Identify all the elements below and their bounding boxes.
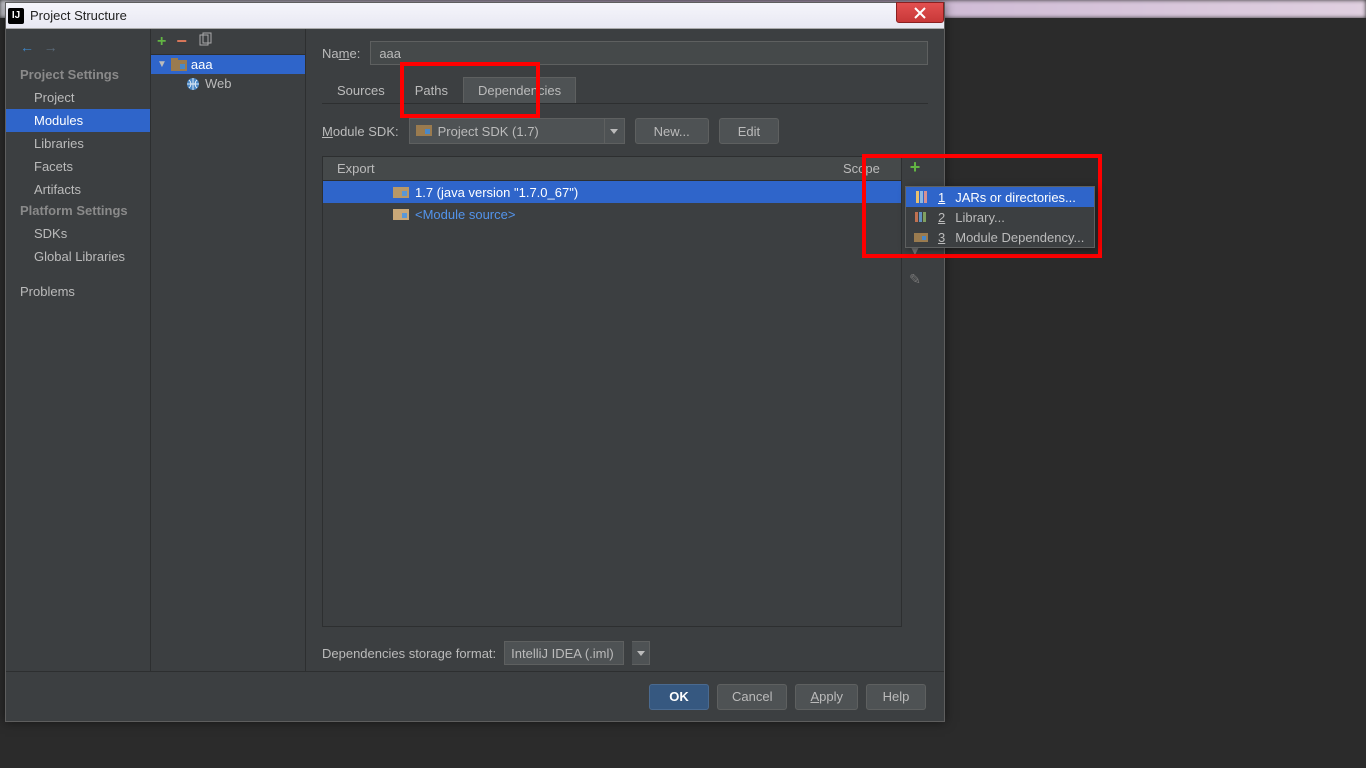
module-folder-icon: [393, 207, 409, 221]
titlebar: IJ Project Structure: [6, 3, 944, 29]
tabs: Sources Paths Dependencies: [322, 77, 928, 104]
edit-sdk-button[interactable]: Edit: [719, 118, 779, 144]
expand-icon[interactable]: ▼: [157, 59, 167, 70]
nav-problems[interactable]: Problems: [6, 280, 150, 303]
module-name-input[interactable]: [370, 41, 928, 65]
close-button[interactable]: [896, 2, 944, 23]
popup-label: JARs or directories...: [955, 190, 1076, 205]
table-row[interactable]: 1.7 (java version "1.7.0_67"): [323, 181, 901, 203]
tree-item-web[interactable]: Web: [151, 74, 305, 93]
add-module-icon[interactable]: +: [157, 33, 166, 51]
sdk-folder-icon: [416, 123, 432, 140]
storage-value: IntelliJ IDEA (.iml): [511, 646, 614, 661]
storage-label: Dependencies storage format:: [322, 646, 496, 661]
left-nav-panel: ← → Project Settings Project Modules Lib…: [6, 29, 151, 671]
nav-sdks[interactable]: SDKs: [6, 222, 150, 245]
nav-global-libraries[interactable]: Global Libraries: [6, 245, 150, 268]
project-structure-dialog: IJ Project Structure ← → Project Setting…: [5, 2, 945, 722]
popup-item-library[interactable]: 2 Library...: [906, 207, 1094, 227]
tree-item-root[interactable]: ▼ aaa: [151, 55, 305, 74]
ok-button[interactable]: OK: [649, 684, 709, 710]
edit-dependency-button[interactable]: ✎: [904, 268, 926, 290]
storage-format-select[interactable]: IntelliJ IDEA (.iml): [504, 641, 624, 665]
col-scope[interactable]: Scope: [843, 161, 901, 176]
nav-artifacts[interactable]: Artifacts: [6, 178, 150, 201]
new-sdk-button[interactable]: New...: [635, 118, 709, 144]
nav-back-icon[interactable]: ←: [20, 39, 34, 55]
module-icon: [171, 58, 187, 72]
main-panel: Name: Sources Paths Dependencies Module …: [306, 29, 944, 671]
nav-project[interactable]: Project: [6, 86, 150, 109]
add-dependency-button[interactable]: +: [904, 156, 926, 178]
row-label: <Module source>: [415, 207, 515, 222]
dropdown-icon: [604, 119, 624, 143]
col-export[interactable]: Export: [323, 161, 393, 176]
jdk-folder-icon: [393, 185, 409, 199]
sdk-value: Project SDK (1.7): [438, 124, 539, 139]
section-platform-settings: Platform Settings: [6, 201, 150, 222]
popup-label: Library...: [955, 210, 1005, 225]
close-icon: [914, 7, 926, 19]
name-label: Name:: [322, 46, 360, 61]
section-project-settings: Project Settings: [6, 65, 150, 86]
jar-icon: [914, 190, 930, 204]
dependencies-table: Export Scope 1.7 (java version "1.7.0_67…: [322, 156, 902, 627]
tab-dependencies[interactable]: Dependencies: [463, 77, 576, 103]
module-tree-panel: + − ▼ aaa Web: [151, 29, 306, 671]
dialog-footer: OK Cancel Apply Help: [6, 671, 944, 721]
popup-item-module-dep[interactable]: 3 Module Dependency...: [906, 227, 1094, 247]
popup-label: Module Dependency...: [955, 230, 1084, 245]
tab-paths[interactable]: Paths: [400, 77, 463, 103]
sdk-select[interactable]: Project SDK (1.7): [409, 118, 625, 144]
storage-dropdown-icon[interactable]: [632, 641, 650, 665]
nav-forward-icon[interactable]: →: [44, 39, 58, 55]
add-dependency-popup: 1 JARs or directories... 2 Library... 3 …: [905, 186, 1095, 248]
table-row[interactable]: <Module source>: [323, 203, 901, 225]
intellij-icon: IJ: [8, 8, 24, 24]
module-dep-icon: [914, 230, 930, 244]
row-label: 1.7 (java version "1.7.0_67"): [415, 185, 578, 200]
web-icon: [185, 77, 201, 91]
sdk-label: Module SDK:: [322, 124, 399, 139]
nav-libraries[interactable]: Libraries: [6, 132, 150, 155]
titlebar-title: Project Structure: [30, 8, 127, 23]
cancel-button[interactable]: Cancel: [717, 684, 787, 710]
nav-facets[interactable]: Facets: [6, 155, 150, 178]
copy-module-icon[interactable]: [197, 32, 213, 51]
tab-sources[interactable]: Sources: [322, 77, 400, 103]
tree-item-label: aaa: [191, 57, 213, 72]
remove-module-icon[interactable]: −: [176, 31, 187, 52]
library-icon: [914, 210, 930, 224]
tree-item-label: Web: [205, 76, 232, 91]
popup-item-jars[interactable]: 1 JARs or directories...: [906, 187, 1094, 207]
nav-modules[interactable]: Modules: [6, 109, 150, 132]
table-header: Export Scope: [323, 157, 901, 181]
apply-button[interactable]: Apply: [795, 684, 858, 710]
help-button[interactable]: Help: [866, 684, 926, 710]
